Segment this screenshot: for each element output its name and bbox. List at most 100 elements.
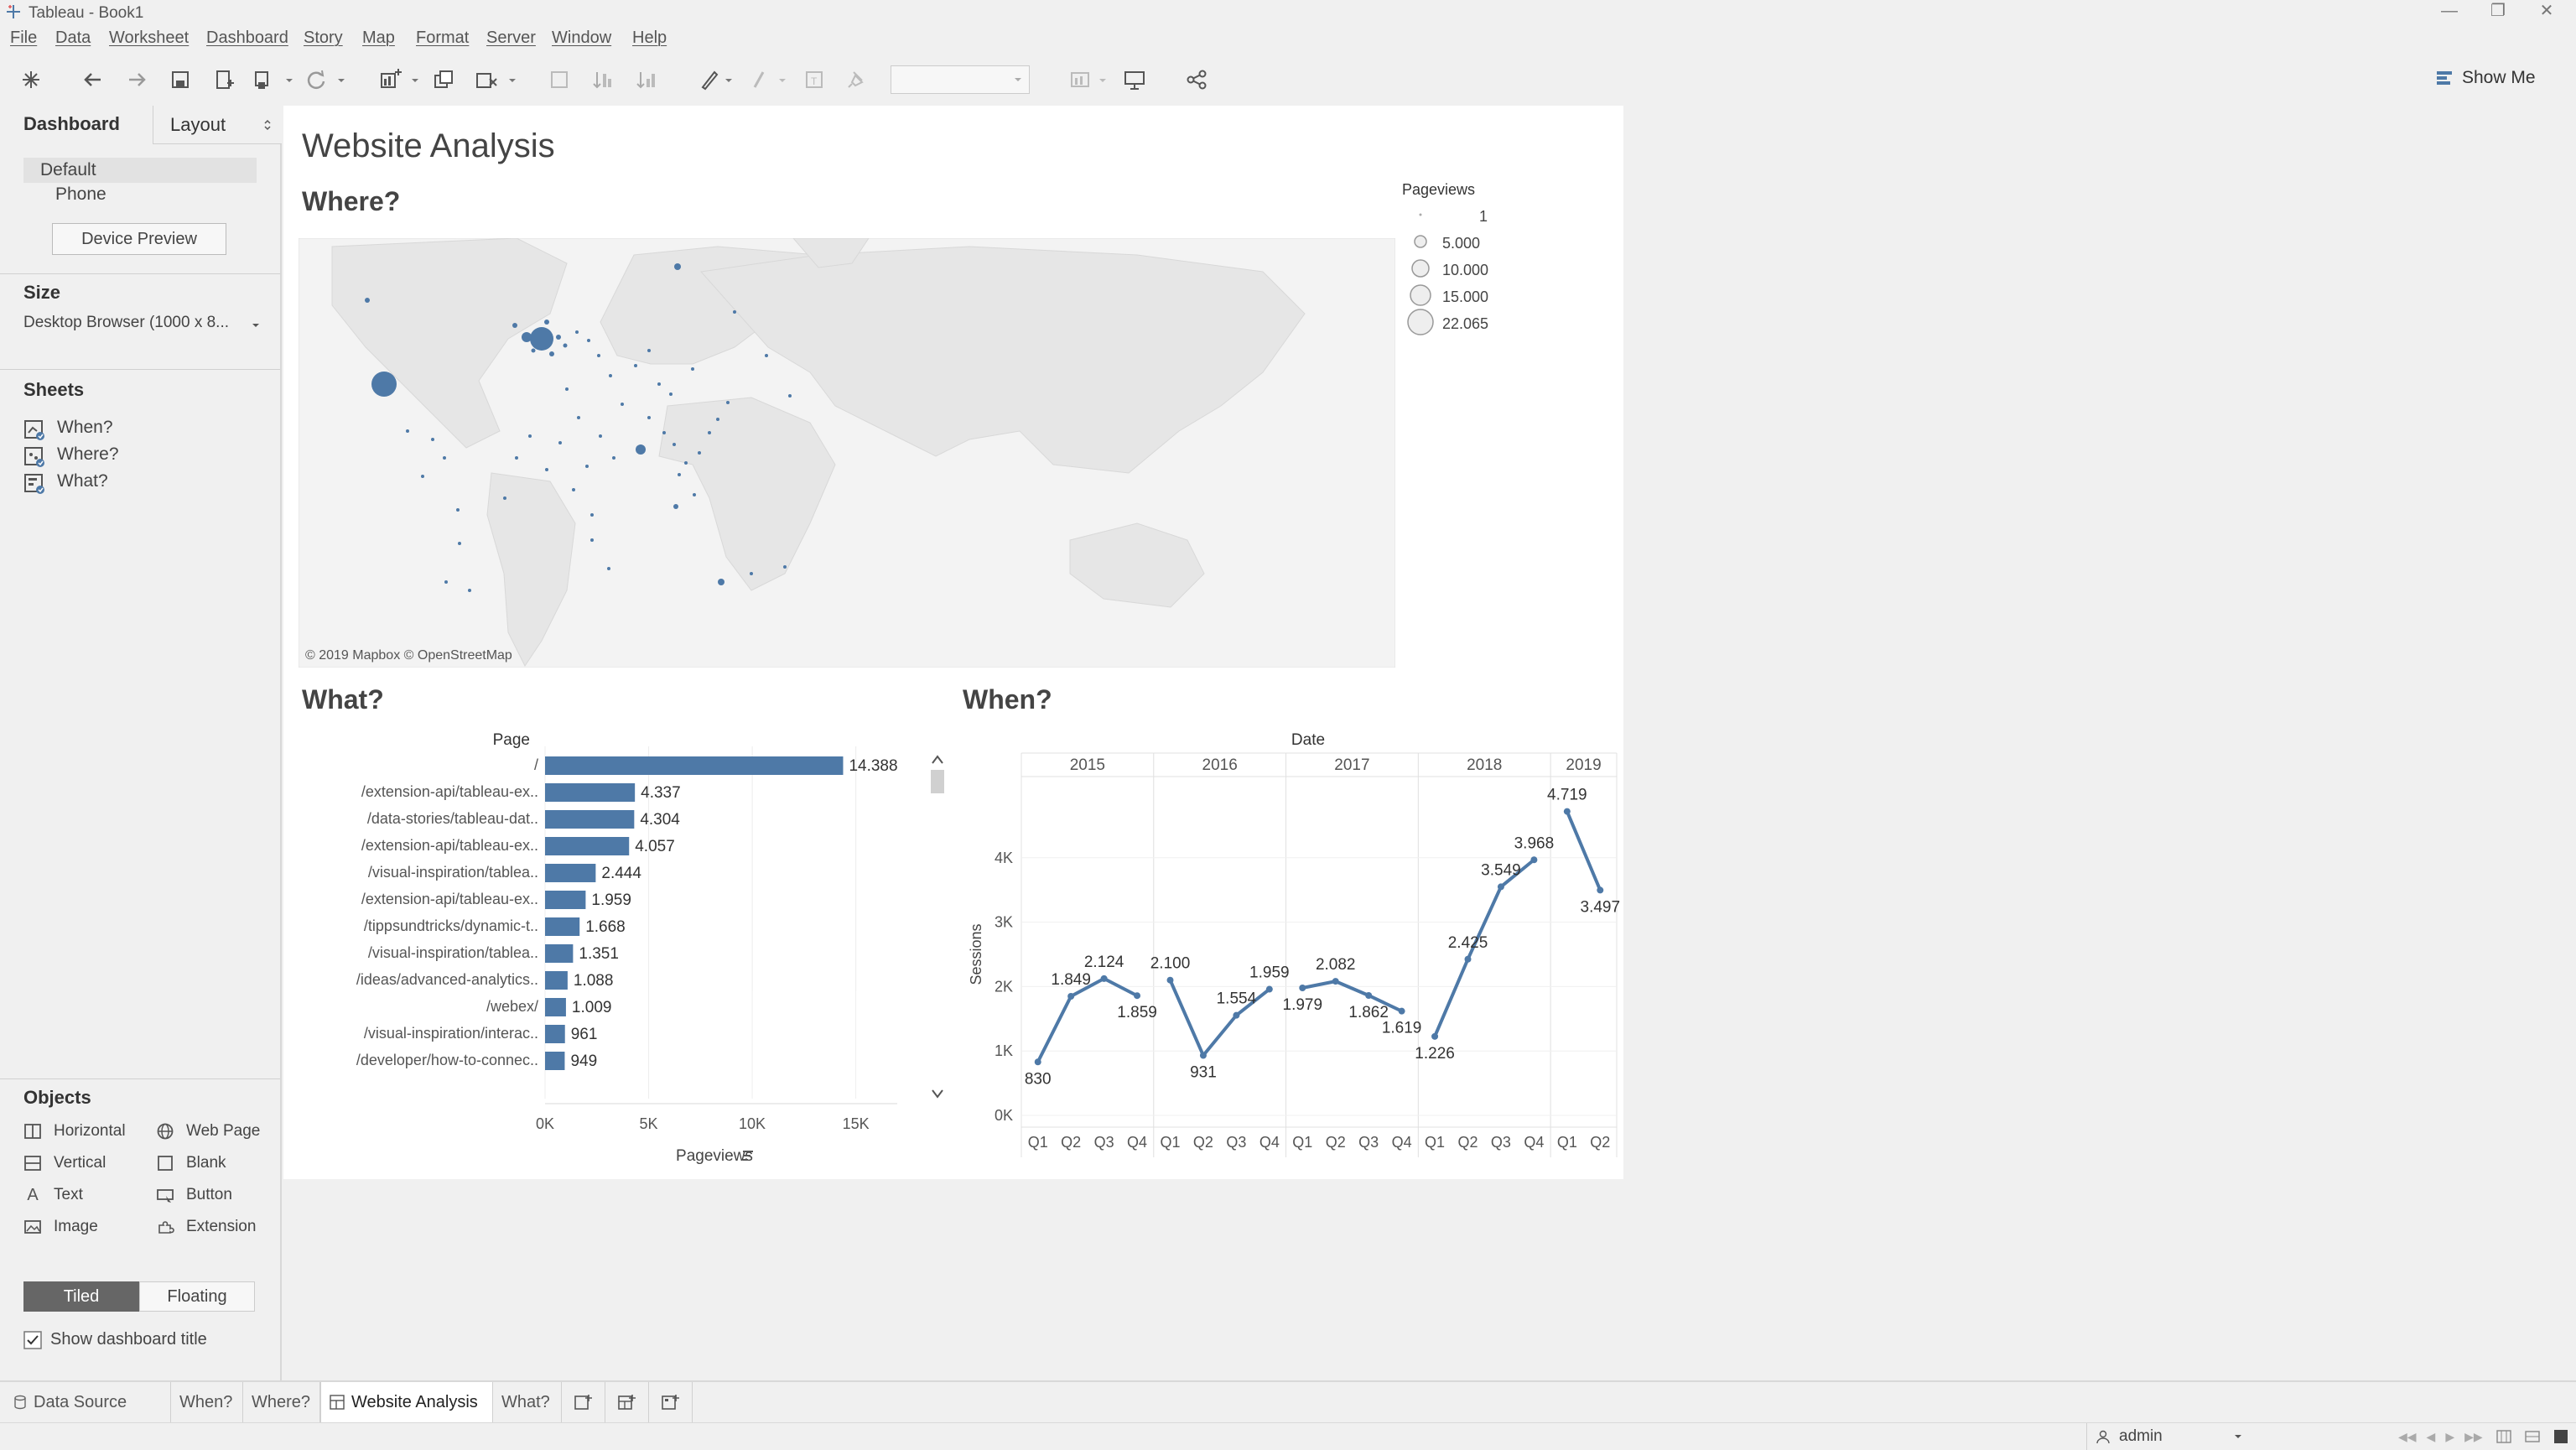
previous-sheet-icon[interactable]: ◀: [2427, 1430, 2436, 1444]
last-sheet-icon[interactable]: ▶▶: [2464, 1430, 2483, 1444]
show-tabs-icon[interactable]: [2524, 1428, 2541, 1445]
tab-layout[interactable]: Layout: [153, 106, 282, 144]
pause-updates-icon[interactable]: [248, 65, 277, 94]
presentation-mode-icon[interactable]: [1120, 65, 1149, 94]
fit-dropdown[interactable]: [891, 65, 1030, 94]
new-worksheet-tab-button[interactable]: [562, 1382, 605, 1422]
object-image[interactable]: Image: [23, 1218, 98, 1236]
show-labels-icon[interactable]: T: [800, 65, 828, 94]
menu-format[interactable]: Format: [416, 29, 469, 48]
device-phone[interactable]: Phone: [55, 184, 106, 205]
line-quarter-label: Q2: [1326, 1134, 1346, 1151]
menu-help[interactable]: Help: [632, 29, 667, 48]
menu-window[interactable]: Window: [552, 29, 611, 48]
user-menu[interactable]: admin: [2086, 1423, 2251, 1450]
marker-australia[interactable]: [718, 579, 724, 585]
chevron-down-icon[interactable]: [337, 77, 345, 84]
show-me-label: Show Me: [2462, 68, 2536, 87]
tiled-toggle[interactable]: Tiled: [23, 1281, 139, 1312]
chevron-down-icon[interactable]: [778, 77, 787, 84]
chevron-down-icon[interactable]: [1098, 77, 1107, 84]
object-web-page[interactable]: Web Page: [156, 1122, 260, 1141]
tab-when[interactable]: When?: [171, 1382, 243, 1422]
marker-india[interactable]: [636, 444, 646, 455]
refresh-icon[interactable]: [302, 65, 330, 94]
line-point: [1497, 883, 1504, 891]
highlight-icon[interactable]: [694, 65, 723, 94]
swap-axes-icon[interactable]: [545, 65, 574, 94]
tab-website-analysis[interactable]: Website Analysis: [320, 1382, 493, 1422]
new-data-source-icon[interactable]: [210, 65, 238, 94]
menu-map[interactable]: Map: [362, 29, 395, 48]
chevron-down-icon[interactable]: [508, 77, 517, 84]
new-worksheet-icon[interactable]: [376, 65, 404, 94]
clear-sheet-icon[interactable]: [471, 65, 500, 94]
bar-mark: [545, 998, 566, 1016]
new-worksheet-icon: [574, 1395, 592, 1410]
redo-icon[interactable]: [122, 65, 151, 94]
tableau-home-icon[interactable]: [17, 65, 45, 94]
line-quarter-label: Q1: [1160, 1134, 1180, 1151]
show-me-button[interactable]: Show Me: [2435, 64, 2536, 92]
line-value-label: 1.859: [1117, 1004, 1157, 1021]
marker-uk[interactable]: [522, 332, 532, 342]
device-default[interactable]: Default: [23, 158, 257, 183]
svg-text:T: T: [811, 75, 818, 87]
menu-worksheet[interactable]: Worksheet: [109, 29, 189, 48]
new-story-tab-button[interactable]: [649, 1382, 693, 1422]
next-sheet-icon[interactable]: ▶: [2445, 1430, 2454, 1444]
menu-file[interactable]: File: [10, 29, 37, 48]
show-sheet-sorter-icon[interactable]: [2553, 1428, 2569, 1445]
marker-russia[interactable]: [674, 263, 681, 270]
when-line-chart[interactable]: Date 2015 2016 2017 2018 2019 0K 1K 2K 3K 4K Sessio…: [963, 730, 1620, 1169]
save-icon[interactable]: [166, 65, 195, 94]
fix-axes-icon[interactable]: [1067, 65, 1095, 94]
chevron-down-icon[interactable]: [411, 77, 419, 84]
duplicate-sheet-icon[interactable]: [429, 65, 458, 94]
sort-ascending-icon[interactable]: [589, 65, 617, 94]
object-button[interactable]: Button: [156, 1186, 232, 1204]
first-sheet-icon[interactable]: ◀◀: [2398, 1430, 2417, 1444]
line-point: [1265, 985, 1273, 993]
line-year-label: 2019: [1566, 756, 1601, 774]
menu-data[interactable]: Data: [55, 29, 91, 48]
object-extension[interactable]: Extension: [156, 1218, 256, 1236]
line-year-label: 2018: [1467, 756, 1502, 774]
line-point: [1233, 1011, 1240, 1019]
object-horizontal[interactable]: Horizontal: [23, 1122, 126, 1141]
restore-icon[interactable]: ❐: [2474, 0, 2522, 23]
device-preview-button[interactable]: Device Preview: [52, 223, 226, 255]
sort-descending-icon[interactable]: [632, 65, 661, 94]
undo-icon[interactable]: [79, 65, 107, 94]
objects-title: Objects: [23, 1087, 91, 1108]
show-filmstrip-icon[interactable]: [2496, 1428, 2512, 1445]
size-dropdown[interactable]: Desktop Browser (1000 x 8...: [23, 314, 260, 339]
floating-toggle[interactable]: Floating: [139, 1281, 255, 1312]
object-vertical[interactable]: Vertical: [23, 1154, 106, 1172]
object-text[interactable]: A Text: [23, 1186, 83, 1204]
show-dashboard-title-checkbox[interactable]: Show dashboard title: [23, 1330, 207, 1349]
world-map[interactable]: © 2019 Mapbox © OpenStreetMap: [299, 238, 1395, 668]
marker-usa[interactable]: [371, 372, 397, 397]
chevron-down-icon[interactable]: [285, 77, 293, 84]
what-bar-chart[interactable]: Page/ 14.388/extension-api/tableau-ex.. 4.…: [295, 730, 966, 1169]
group-members-icon[interactable]: [745, 65, 773, 94]
share-icon[interactable]: [1182, 65, 1211, 94]
menu-story[interactable]: Story: [304, 29, 343, 48]
new-dashboard-tab-button[interactable]: [605, 1382, 649, 1422]
tab-where[interactable]: Where?: [243, 1382, 320, 1422]
tab-what[interactable]: What?: [493, 1382, 562, 1422]
pin-icon[interactable]: [842, 65, 870, 94]
tab-dashboard[interactable]: Dashboard: [0, 106, 151, 144]
close-icon[interactable]: ✕: [2522, 0, 2571, 23]
chevron-down-icon[interactable]: [724, 77, 733, 84]
marker-germany[interactable]: [530, 327, 553, 351]
minimize-icon[interactable]: —: [2425, 0, 2474, 23]
data-source-tab[interactable]: Data Source: [0, 1382, 171, 1422]
object-blank[interactable]: Blank: [156, 1154, 226, 1172]
menu-dashboard[interactable]: Dashboard: [206, 29, 288, 48]
marker-canada[interactable]: [365, 298, 370, 303]
line-value-label: 931: [1190, 1063, 1217, 1081]
scrollbar-thumb[interactable]: [931, 770, 944, 793]
menu-server[interactable]: Server: [486, 29, 536, 48]
